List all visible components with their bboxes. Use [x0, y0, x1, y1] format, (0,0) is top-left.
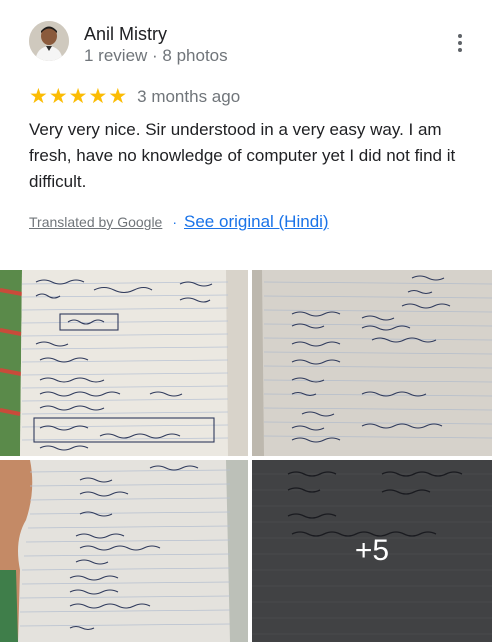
author-name[interactable]: Anil Mistry	[84, 24, 167, 45]
star-icon: ★	[68, 85, 88, 108]
star-icon: ★	[48, 85, 68, 108]
see-original-link[interactable]: See original (Hindi)	[184, 212, 329, 232]
star-rating: ★ ★ ★ ★ ★	[29, 86, 128, 108]
review-text: Very very nice. Sir understood in a very…	[29, 120, 456, 191]
review-photo[interactable]	[0, 460, 248, 642]
more-photos-overlay[interactable]: +5	[252, 460, 492, 642]
review-photo[interactable]	[0, 270, 248, 456]
separator: ·	[172, 214, 178, 230]
star-icon: ★	[88, 85, 108, 108]
translation-row: Translated by Google · See original (Hin…	[29, 210, 329, 234]
photo-grid: +5	[0, 270, 492, 642]
avatar[interactable]	[29, 21, 69, 61]
review-card: Anil Mistry 1 review · 8 photos ★ ★ ★ ★ …	[0, 0, 492, 258]
more-vertical-icon[interactable]	[452, 34, 468, 56]
more-photos-count: +5	[354, 534, 390, 567]
review-date: 3 months ago	[137, 87, 241, 106]
rating-row: ★ ★ ★ ★ ★ 3 months ago	[29, 85, 240, 109]
review-photo-more[interactable]: +5	[252, 460, 492, 642]
author-meta: 1 review · 8 photos	[84, 46, 228, 65]
star-icon: ★	[29, 85, 48, 108]
translated-by-label: Translated by Google	[29, 214, 163, 230]
review-photo[interactable]	[252, 270, 492, 456]
star-icon: ★	[108, 85, 128, 108]
